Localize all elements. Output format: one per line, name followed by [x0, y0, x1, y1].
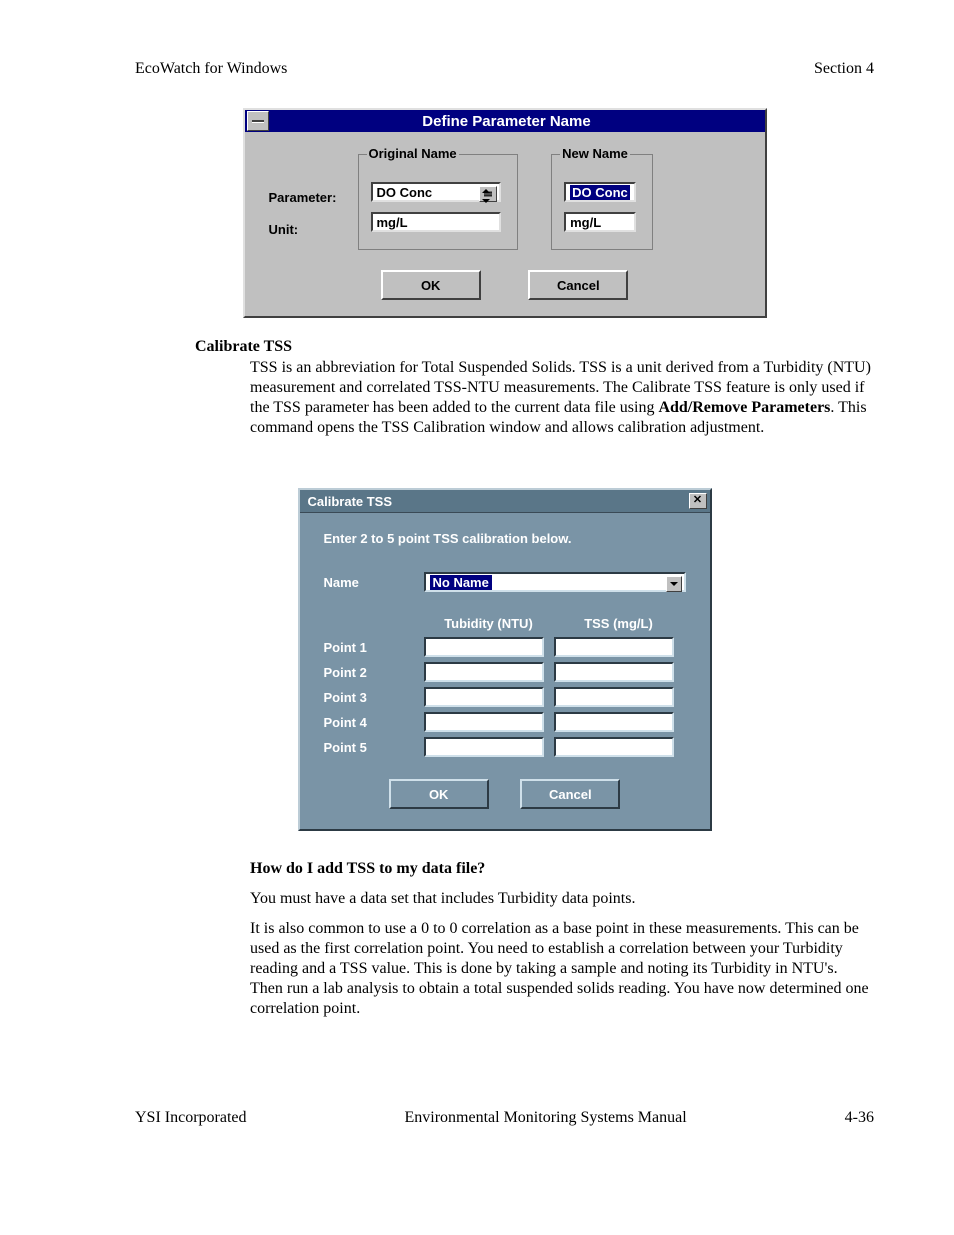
point5-tss-input[interactable] [554, 737, 674, 757]
calibrate-tss-heading: Calibrate TSS [195, 338, 874, 356]
ok-button[interactable]: OK [389, 779, 489, 809]
column-headers: Tubidity (NTU) TSS (mg/L) [424, 616, 686, 631]
point-label: Point 5 [324, 740, 424, 755]
header-left: EcoWatch for Windows [135, 60, 287, 78]
point-row: Point 2 [324, 662, 686, 682]
point-row: Point 4 [324, 712, 686, 732]
how-add-tss-heading: How do I add TSS to my data file? [250, 859, 874, 879]
point2-turbidity-input[interactable] [424, 662, 544, 682]
point-label: Point 1 [324, 640, 424, 655]
new-unit-field[interactable]: mg/L [564, 212, 636, 232]
name-label: Name [324, 575, 424, 590]
calibrate-tss-paragraph: TSS is an abbreviation for Total Suspend… [250, 358, 874, 438]
original-parameter-combo[interactable]: DO Conc [371, 182, 501, 202]
dropdown-icon[interactable] [666, 576, 682, 592]
original-parameter-value: DO Conc [377, 185, 433, 200]
point1-tss-input[interactable] [554, 637, 674, 657]
dialog-title: Calibrate TSS [308, 494, 393, 509]
original-name-legend: Original Name [367, 146, 459, 161]
ok-button[interactable]: OK [381, 270, 481, 300]
footer-center: Environmental Monitoring Systems Manual [404, 1109, 686, 1127]
point4-turbidity-input[interactable] [424, 712, 544, 732]
point-row: Point 5 [324, 737, 686, 757]
footer-left: YSI Incorporated [135, 1109, 247, 1127]
page-footer: YSI Incorporated Environmental Monitorin… [135, 1109, 874, 1127]
how-add-tss-p2: It is also common to use a 0 to 0 correl… [250, 919, 874, 1019]
dialog-title: Define Parameter Name [271, 113, 743, 130]
row-labels: Parameter: Unit: [269, 182, 337, 246]
name-value: No Name [430, 575, 492, 590]
cancel-button[interactable]: Cancel [520, 779, 620, 809]
parameter-label: Parameter: [269, 182, 337, 214]
header-right: Section 4 [814, 60, 874, 78]
system-menu-icon[interactable] [247, 111, 269, 131]
point-label: Point 3 [324, 690, 424, 705]
cancel-button[interactable]: Cancel [528, 270, 628, 300]
how-add-tss-p1: You must have a data set that includes T… [250, 889, 874, 909]
define-parameter-dialog: Define Parameter Name Parameter: Unit: O… [243, 108, 767, 318]
point-row: Point 1 [324, 637, 686, 657]
calibrate-tss-dialog: Calibrate TSS ✕ Enter 2 to 5 point TSS c… [298, 488, 712, 831]
original-unit-field[interactable]: mg/L [371, 212, 501, 232]
new-parameter-field[interactable]: DO Conc [564, 182, 636, 202]
dialog-titlebar: Define Parameter Name [245, 110, 765, 132]
point3-turbidity-input[interactable] [424, 687, 544, 707]
original-unit-value: mg/L [377, 215, 408, 230]
point5-turbidity-input[interactable] [424, 737, 544, 757]
point3-tss-input[interactable] [554, 687, 674, 707]
point-row: Point 3 [324, 687, 686, 707]
dropdown-icon[interactable] [479, 186, 497, 202]
dialog-titlebar: Calibrate TSS ✕ [300, 490, 710, 513]
unit-label: Unit: [269, 214, 337, 246]
point-label: Point 2 [324, 665, 424, 680]
turbidity-header: Tubidity (NTU) [424, 616, 554, 631]
point4-tss-input[interactable] [554, 712, 674, 732]
instruction-text: Enter 2 to 5 point TSS calibration below… [324, 531, 686, 546]
point1-turbidity-input[interactable] [424, 637, 544, 657]
close-icon[interactable]: ✕ [689, 493, 707, 509]
point-label: Point 4 [324, 715, 424, 730]
new-parameter-value: DO Conc [570, 185, 630, 200]
footer-right: 4-36 [845, 1109, 874, 1127]
name-combo[interactable]: No Name [424, 572, 686, 592]
new-name-group: New Name DO Conc mg/L [551, 154, 653, 250]
point2-tss-input[interactable] [554, 662, 674, 682]
new-unit-value: mg/L [570, 215, 601, 230]
new-name-legend: New Name [560, 146, 630, 161]
page-header: EcoWatch for Windows Section 4 [135, 60, 874, 78]
original-name-group: Original Name DO Conc mg/L [358, 154, 518, 250]
tss-header: TSS (mg/L) [554, 616, 684, 631]
add-remove-bold: Add/Remove Parameters [658, 399, 830, 416]
